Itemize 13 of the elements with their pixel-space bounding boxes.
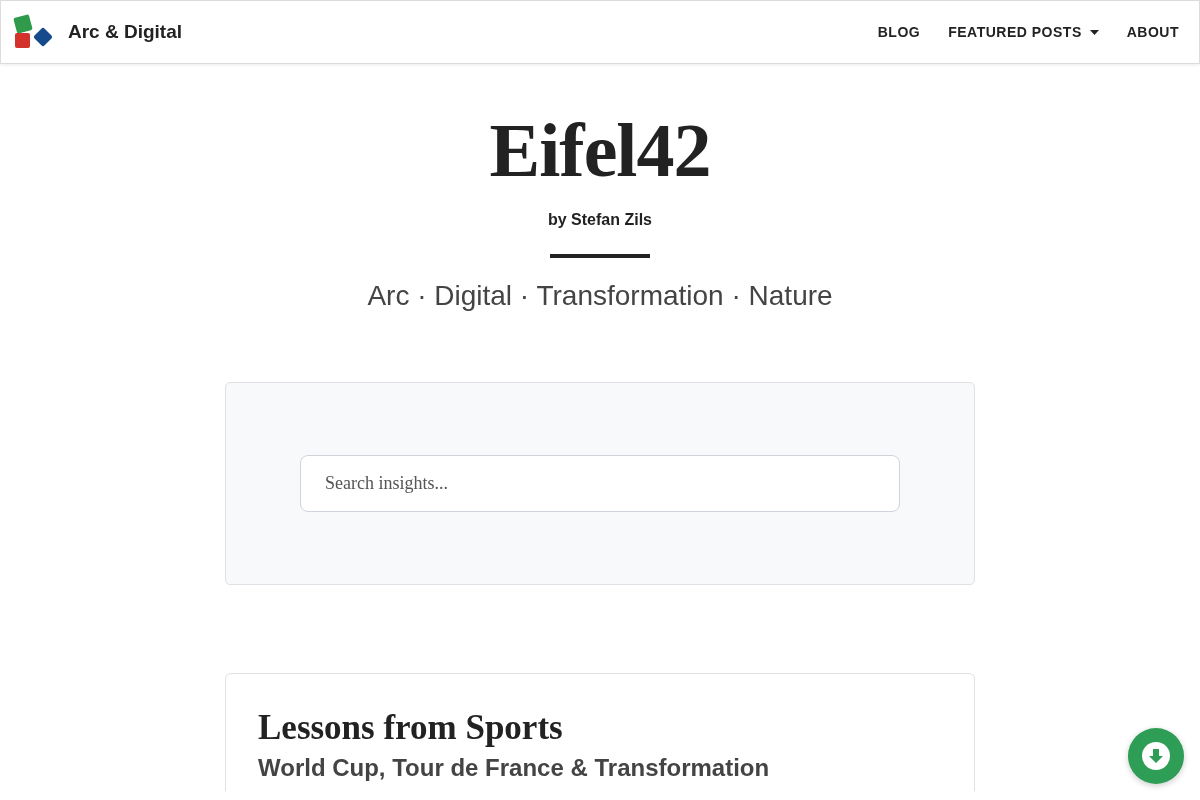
site-title: Eifel42 [489, 112, 711, 188]
brand-link[interactable]: Arc & Digital [13, 14, 183, 50]
logo-icon [13, 14, 54, 50]
nav-link[interactable]: BLOG [877, 21, 921, 43]
dropdown-menu-link[interactable]: FEATURED POSTS [948, 21, 1099, 43]
caret-icon [1089, 29, 1099, 35]
post-title[interactable]: Lessons from Sports [258, 706, 563, 750]
download-button[interactable] [1128, 728, 1184, 784]
search-field[interactable]: Search insights... [300, 455, 900, 512]
tagline: Arc · Digital · Transformation · Nature [367, 282, 833, 310]
nav-link[interactable]: ABOUT [1126, 21, 1179, 43]
author-byline: by Stefan Zils [548, 210, 652, 230]
post-subtitle: World Cup, Tour de France & Transformation [258, 753, 770, 783]
